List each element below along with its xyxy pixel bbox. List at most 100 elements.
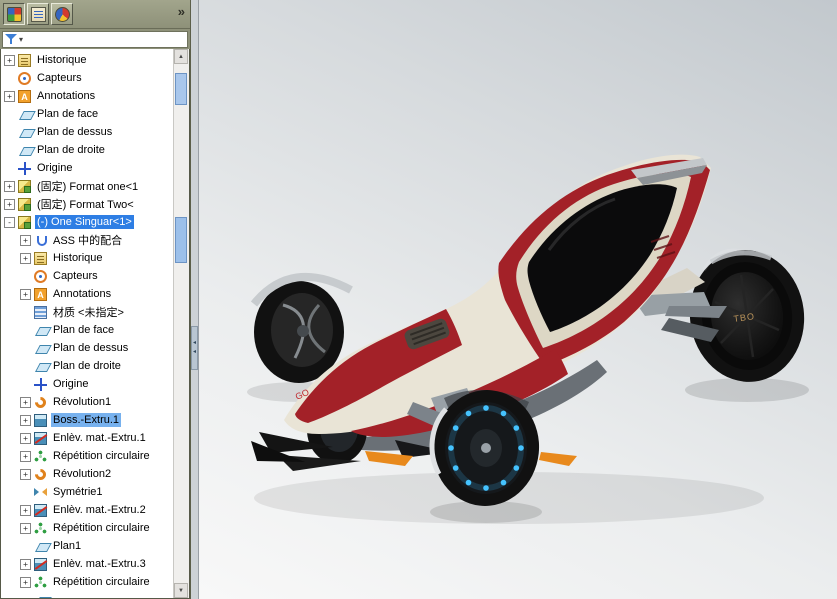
expand-toggle[interactable]: + <box>20 558 31 570</box>
annotations-icon <box>18 89 31 103</box>
tree-item-24[interactable]: Symétrie1 <box>1 483 173 501</box>
tree-item-label: (固定) Format Two< <box>37 199 134 211</box>
circular-pattern-icon <box>34 575 47 589</box>
tree-item-0[interactable]: + Historique <box>1 51 173 69</box>
expand-toggle[interactable]: + <box>20 396 31 408</box>
viewport-3d[interactable]: TBO GO <box>199 0 837 599</box>
expand-toggle[interactable]: + <box>20 288 31 300</box>
plane-icon <box>34 342 47 355</box>
tree-item-label: Plan1 <box>53 540 82 552</box>
car-model[interactable]: TBO GO <box>250 154 812 512</box>
expand-toggle[interactable]: + <box>20 576 31 588</box>
tree-item-5[interactable]: Plan de droite <box>1 141 173 159</box>
dropdown-caret-icon[interactable]: ▾ <box>19 35 23 44</box>
tree-item-4[interactable]: Plan de dessus <box>1 123 173 141</box>
revolve-icon <box>34 396 47 409</box>
expand-toggle[interactable]: + <box>4 198 15 210</box>
plane-icon <box>18 126 31 139</box>
panel-header: » <box>0 0 190 29</box>
tree-item-label: Enlèv. mat.-Extru.1 <box>53 432 146 444</box>
expand-toggle[interactable]: + <box>20 432 31 444</box>
tree-item-9[interactable]: - (-) One Singuar<1> <box>1 213 173 231</box>
scroll-down-button[interactable]: ▼ <box>174 583 188 598</box>
expand-toggle[interactable]: + <box>4 54 15 66</box>
expand-toggle[interactable]: + <box>20 522 31 534</box>
extrude-icon <box>34 413 47 427</box>
tree-wrap: + Historique Capteurs + Annotations Plan de f… <box>0 49 190 599</box>
tree-item-16[interactable]: Plan de dessus <box>1 339 173 357</box>
tree-item-label: Boss.-Extru.1 <box>51 413 122 427</box>
tree-item-label: Capteurs <box>53 270 98 282</box>
tree-item-label: Symétrie1 <box>53 486 103 498</box>
tree-item-label: Plan de droite <box>53 360 121 372</box>
expand-toggle[interactable]: + <box>20 468 31 480</box>
tree-item-label: ASS 中的配合 <box>53 235 123 247</box>
tab-property-manager[interactable] <box>27 3 49 25</box>
scrollbar-thumb[interactable] <box>175 73 187 105</box>
plane-icon <box>18 144 31 157</box>
tree-item-13[interactable]: + Annotations <box>1 285 173 303</box>
tree-item-14[interactable]: 材质 <未指定> <box>1 303 173 321</box>
tree-scrollbar[interactable]: ▲ ▼ <box>173 49 189 598</box>
tree-item-21[interactable]: + Enlèv. mat.-Extru.1 <box>1 429 173 447</box>
scrollbar-marker[interactable] <box>175 217 187 263</box>
filter-bar: ▾ <box>0 29 190 49</box>
tree-item-1[interactable]: Capteurs <box>1 69 173 87</box>
expand-toggle[interactable]: + <box>20 504 31 516</box>
material-icon <box>34 305 47 319</box>
origin-icon <box>18 161 31 175</box>
expand-toggle[interactable]: + <box>20 234 31 246</box>
tree-item-8[interactable]: + (固定) Format Two< <box>1 195 173 213</box>
tree-item-3[interactable]: Plan de face <box>1 105 173 123</box>
tree-item-6[interactable]: Origine <box>1 159 173 177</box>
scroll-up-button[interactable]: ▲ <box>174 49 188 64</box>
tree-item-15[interactable]: Plan de face <box>1 321 173 339</box>
overflow-chevron-icon[interactable]: » <box>178 4 185 19</box>
tree-item-label: (固定) Format one<1 <box>37 181 139 193</box>
tree-item-28[interactable]: + Enlèv. mat.-Extru.3 <box>1 555 173 573</box>
expand-toggle[interactable]: + <box>4 180 15 192</box>
tree-item-label: (-) One Singuar<1> <box>35 215 134 229</box>
cut-extrude-icon <box>34 503 47 517</box>
plane-icon <box>34 360 47 373</box>
tree-item-19[interactable]: + Révolution1 <box>1 393 173 411</box>
pie-chart-icon <box>54 6 70 22</box>
tree-item-7[interactable]: + (固定) Format one<1 <box>1 177 173 195</box>
tree-item-25[interactable]: + Enlèv. mat.-Extru.2 <box>1 501 173 519</box>
tree-item-20[interactable]: + Boss.-Extru.1 <box>1 411 173 429</box>
panel-collapse-button[interactable]: ◂ ◂ <box>191 326 198 370</box>
funnel-icon <box>5 33 17 45</box>
sensors-icon <box>18 71 31 85</box>
tree-item-12[interactable]: Capteurs <box>1 267 173 285</box>
tab-configuration-manager[interactable] <box>51 3 73 25</box>
tree-item-10[interactable]: + ASS 中的配合 <box>1 231 173 249</box>
panel-splitter[interactable]: ◂ ◂ <box>191 0 199 599</box>
expand-toggle[interactable]: + <box>4 90 15 102</box>
assembly-cube-icon <box>6 6 22 22</box>
tree-item-label: Répétition circulaire <box>53 522 150 534</box>
tree-item-27[interactable]: Plan1 <box>1 537 173 555</box>
tree-item-29[interactable]: + Répétition circulaire <box>1 573 173 591</box>
plane-icon <box>18 108 31 121</box>
expand-toggle[interactable]: + <box>20 450 31 462</box>
tree-item-2[interactable]: + Annotations <box>1 87 173 105</box>
tree-item-17[interactable]: Plan de droite <box>1 357 173 375</box>
tree-item-23[interactable]: + Révolution2 <box>1 465 173 483</box>
feature-tree[interactable]: + Historique Capteurs + Annotations Plan de f… <box>1 49 173 598</box>
expand-toggle[interactable]: - <box>4 216 15 228</box>
circular-pattern-icon <box>34 449 47 463</box>
tree-item-26[interactable]: + Répétition circulaire <box>1 519 173 537</box>
tree-item-22[interactable]: + Répétition circulaire <box>1 447 173 465</box>
expand-toggle[interactable]: + <box>20 414 31 426</box>
circular-pattern-icon <box>34 521 47 535</box>
tree-item-label: Plan de face <box>37 108 99 120</box>
expand-toggle[interactable]: + <box>20 252 31 264</box>
tree-item-11[interactable]: + Historique <box>1 249 173 267</box>
viewport-canvas[interactable]: TBO GO <box>199 0 837 599</box>
filter-field[interactable]: ▾ <box>2 30 188 48</box>
tree-item-30[interactable] <box>1 591 173 598</box>
plane-icon <box>34 324 47 337</box>
tree-item-label: Plan de droite <box>37 144 105 156</box>
tree-item-18[interactable]: Origine <box>1 375 173 393</box>
tab-feature-tree[interactable] <box>3 3 25 25</box>
